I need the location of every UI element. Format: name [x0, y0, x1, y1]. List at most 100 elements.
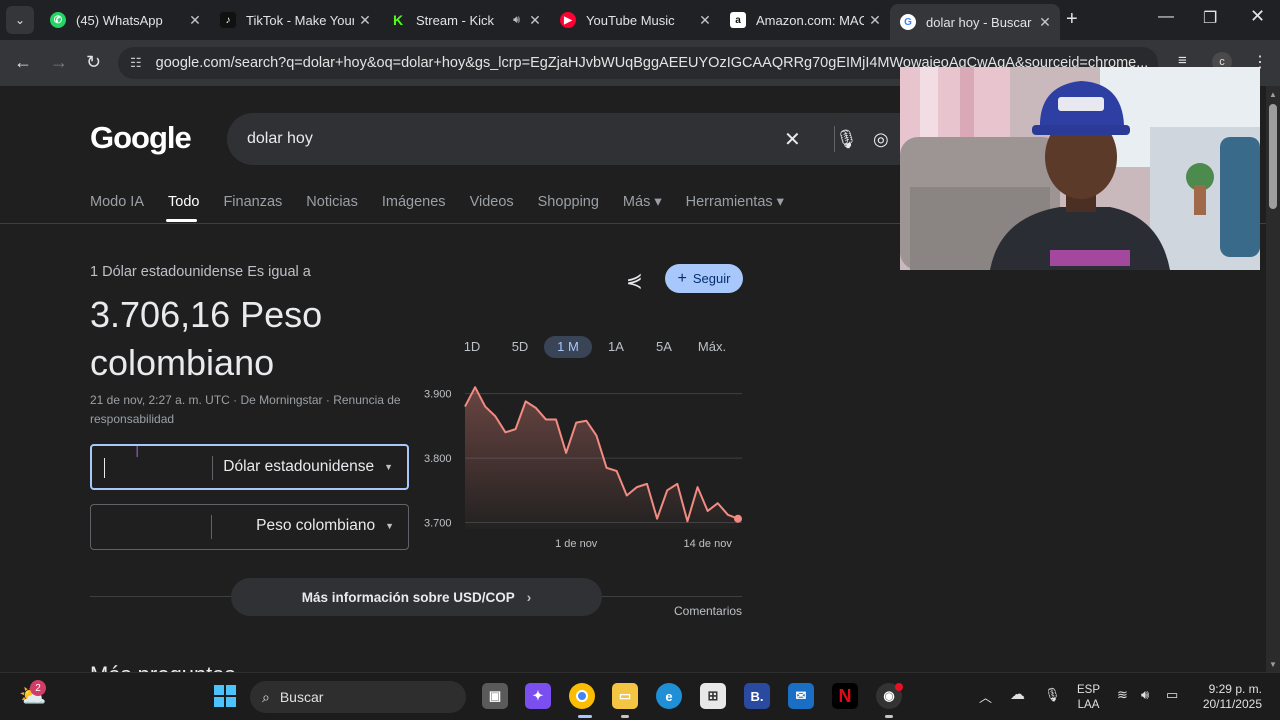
exchange-rate-chart[interactable]: 3.900 3.800 3.700 1 de nov 14 de nov	[420, 384, 750, 559]
tab-amazon[interactable]: a Amazon.com: MAC ✕	[720, 4, 890, 36]
youtube-music-icon: ▶	[560, 12, 576, 28]
obs-running-indicator	[885, 715, 893, 718]
tab-mas[interactable]: Más ▾	[623, 194, 662, 210]
tab-imagenes[interactable]: Imágenes	[382, 194, 446, 210]
range-1a[interactable]: 1A	[592, 336, 640, 358]
scroll-up-icon[interactable]: ▲	[1269, 90, 1277, 99]
range-1m[interactable]: 1 M	[544, 336, 592, 358]
tab-google-active[interactable]: G dolar hoy - Buscar ✕	[890, 4, 1060, 40]
minimize-icon[interactable]: —	[1158, 8, 1174, 26]
close-icon[interactable]: ✕	[694, 12, 716, 29]
tab-modo-ia[interactable]: Modo IA	[90, 194, 144, 210]
search-nav-tabs: Modo IA Todo Finanzas Noticias Imágenes …	[90, 194, 808, 210]
windows-start-icon[interactable]	[212, 683, 238, 709]
close-icon[interactable]: ✕	[1034, 14, 1056, 31]
site-info-icon[interactable]: ☷	[130, 55, 142, 71]
clear-icon[interactable]: ✕	[784, 127, 801, 152]
wifi-icon[interactable]: ≋	[1117, 687, 1128, 703]
webcam-overlay	[900, 67, 1260, 270]
tab-youtube-music[interactable]: ▶ YouTube Music ✕	[550, 4, 720, 36]
close-icon[interactable]: ✕	[524, 12, 546, 29]
window-close-icon[interactable]: ✕	[1250, 6, 1265, 27]
amazon-icon: a	[730, 12, 746, 28]
microphone-icon[interactable]: 🎙︎	[1044, 687, 1061, 703]
range-max[interactable]: Máx.	[688, 336, 736, 358]
search-input[interactable]: dolar hoy ✕ 🎙︎ ◎	[227, 113, 927, 165]
plus-icon: +	[677, 269, 687, 287]
close-icon[interactable]: ✕	[354, 12, 376, 29]
explorer-running-indicator	[621, 715, 629, 718]
taskbar-search-box[interactable]: ⌕ Buscar	[250, 681, 466, 713]
microsoft-store-icon[interactable]: ⊞	[700, 683, 726, 709]
reload-icon[interactable]: ↻	[86, 52, 101, 73]
amount-to-field[interactable]: Peso colombiano ▼	[90, 504, 409, 550]
lens-icon[interactable]: ◎	[873, 129, 889, 150]
close-icon[interactable]: ✕	[184, 12, 206, 29]
tab-search-menu[interactable]: ⌄	[6, 6, 34, 34]
more-info-button[interactable]: Más información sobre USD/COP ›	[231, 578, 602, 616]
tab-tiktok[interactable]: ♪ TikTok - Make Your ✕	[210, 4, 380, 36]
mouse-text-cursor-icon: I	[135, 444, 140, 461]
x-tick-label: 14 de nov	[684, 538, 733, 550]
search-query-text: dolar hoy	[247, 130, 313, 147]
share-icon[interactable]: ⋞	[626, 268, 643, 293]
tab-title: Amazon.com: MAC	[756, 12, 864, 28]
file-explorer-icon[interactable]: ▭	[612, 683, 638, 709]
field-separator	[212, 456, 213, 480]
keyboard-language[interactable]: ESP LAA	[1077, 683, 1100, 713]
system-clock[interactable]: 9:29 p. m. 20/11/2025	[1196, 682, 1262, 712]
onedrive-cloud-icon[interactable]: ☁	[1010, 685, 1025, 703]
range-5d[interactable]: 5D	[496, 336, 544, 358]
tab-videos[interactable]: Videos	[470, 194, 514, 210]
show-hidden-icons[interactable]: ︿	[979, 687, 992, 706]
volume-icon[interactable]: 🔊︎	[1141, 687, 1149, 703]
google-logo[interactable]: Google	[90, 120, 192, 156]
copilot-icon[interactable]: ✦	[525, 683, 551, 709]
range-1d[interactable]: 1D	[448, 336, 496, 358]
new-tab-button[interactable]: +	[1066, 8, 1078, 31]
close-icon[interactable]: ✕	[864, 12, 886, 29]
widget-badge: 2	[30, 680, 46, 696]
range-5a[interactable]: 5A	[640, 336, 688, 358]
tools-button[interactable]: Herramientas ▾	[686, 194, 784, 210]
clock-time: 9:29 p. m.	[1208, 682, 1262, 696]
from-currency-label: Dólar estadounidense	[223, 458, 375, 475]
speaker-icon[interactable]: 🔊︎	[513, 14, 520, 27]
netflix-icon[interactable]: N	[832, 683, 858, 709]
feedback-link[interactable]: Comentarios	[674, 604, 742, 618]
follow-button[interactable]: + Seguir	[665, 264, 743, 293]
tab-whatsapp[interactable]: ✆ (45) WhatsApp ✕	[40, 4, 210, 36]
chevron-right-icon: ›	[526, 589, 532, 605]
to-currency-select[interactable]: Peso colombiano ▼	[256, 517, 394, 535]
dropdown-arrow-icon: ▼	[385, 521, 394, 531]
battery-icon[interactable]: ▭	[1166, 687, 1178, 703]
more-info-label: Más información sobre USD/COP	[301, 589, 515, 605]
tab-strip: ⌄ ✆ (45) WhatsApp ✕ ♪ TikTok - Make Your…	[0, 0, 1280, 40]
y-tick-label: 3.700	[424, 518, 452, 530]
from-currency-select[interactable]: Dólar estadounidense ▼	[223, 458, 393, 476]
task-view-icon[interactable]: ▣	[482, 683, 508, 709]
page-scrollbar[interactable]: ▲ ▼	[1266, 86, 1280, 672]
y-tick-label: 3.900	[424, 389, 452, 401]
restore-icon[interactable]: ❐	[1203, 8, 1217, 28]
edge-icon[interactable]: e	[656, 683, 682, 709]
follow-label: Seguir	[692, 271, 731, 286]
tab-finanzas[interactable]: Finanzas	[223, 194, 282, 210]
tab-noticias[interactable]: Noticias	[306, 194, 358, 210]
webcam-video-image	[900, 67, 1260, 270]
tab-shopping[interactable]: Shopping	[538, 194, 599, 210]
tab-todo[interactable]: Todo	[168, 194, 199, 210]
tab-title: TikTok - Make Your	[246, 12, 354, 28]
tab-kick[interactable]: K Stream - Kick 🔊︎ ✕	[380, 4, 550, 36]
scrollbar-thumb[interactable]	[1269, 104, 1277, 209]
range-selector: 1D 5D 1 M 1A 5A Máx.	[448, 336, 736, 358]
chrome-icon[interactable]	[569, 683, 595, 709]
taskbar-search-label: Buscar	[279, 689, 324, 705]
recording-dot-icon	[895, 683, 903, 691]
b-app-icon[interactable]: B.	[744, 683, 770, 709]
scroll-down-icon[interactable]: ▼	[1269, 660, 1277, 669]
back-icon[interactable]: ←	[14, 52, 32, 73]
voice-search-icon[interactable]: 🎙︎	[835, 129, 858, 150]
forward-icon[interactable]: →	[50, 52, 68, 73]
outlook-icon[interactable]: ✉	[788, 683, 814, 709]
